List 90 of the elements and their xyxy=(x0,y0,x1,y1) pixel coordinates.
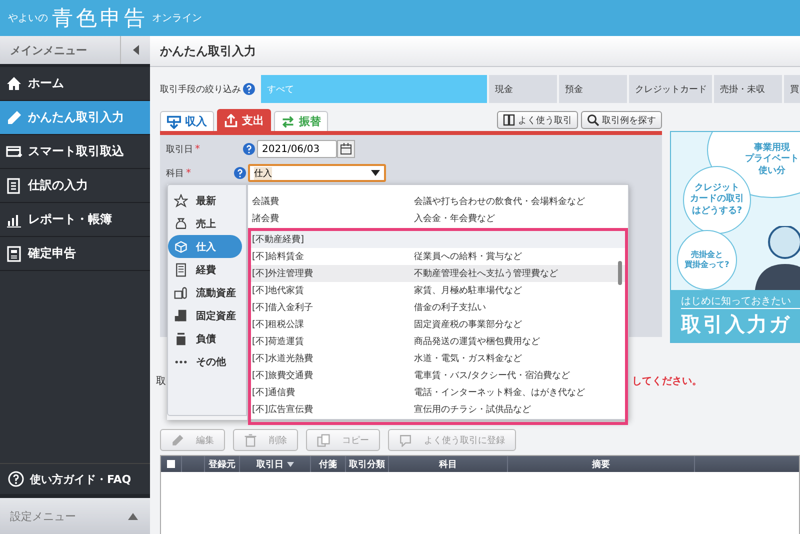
field-label: 取引日 xyxy=(166,144,193,156)
column-header[interactable]: 登録元 xyxy=(205,456,240,472)
account-option[interactable]: [不]外注管理費 不動産管理会社へ支払う管理費など xyxy=(251,265,625,282)
category-item[interactable]: 負債 xyxy=(168,327,242,350)
help-icon xyxy=(8,471,24,487)
download-icon xyxy=(167,114,181,128)
star-icon xyxy=(174,194,188,208)
category-item[interactable]: 固定資産 xyxy=(168,304,242,327)
building-icon xyxy=(174,308,188,322)
banner-title: 取引入力ガ xyxy=(681,311,792,338)
entry-tab[interactable]: 支出 xyxy=(217,109,271,131)
filter-tab[interactable]: 買 xyxy=(784,75,800,103)
receipt-icon xyxy=(174,262,188,276)
swap-icon xyxy=(281,114,295,128)
column-header[interactable]: 付箋 xyxy=(311,456,346,472)
help-icon[interactable] xyxy=(243,143,255,155)
required-mark: * xyxy=(185,168,192,178)
coins-icon xyxy=(174,286,188,300)
help-icon[interactable] xyxy=(234,167,246,179)
filter-tab[interactable]: クレジットカード xyxy=(629,75,712,103)
menu-title: メインメニュー xyxy=(10,42,87,58)
scrollbar-thumb[interactable] xyxy=(618,261,622,285)
category-item[interactable]: 流動資産 xyxy=(168,281,242,304)
tool-button[interactable]: 取引例を探す xyxy=(581,111,662,129)
document-icon xyxy=(6,246,22,262)
account-select[interactable]: 仕入 xyxy=(248,164,386,182)
box-icon xyxy=(174,240,188,254)
section-label: 取 xyxy=(156,375,166,388)
field-label: 科目 xyxy=(166,168,184,180)
calendar-button[interactable] xyxy=(337,140,355,158)
bookmark-icon xyxy=(399,434,412,446)
card-icon xyxy=(6,144,22,160)
trash-icon xyxy=(244,434,257,446)
category-item[interactable]: 経費 xyxy=(168,258,242,281)
pencil-icon xyxy=(6,110,22,126)
sidebar-item[interactable]: レポート・帳簿 xyxy=(0,203,150,237)
logo-suffix: オンライン xyxy=(152,12,202,25)
logo-prefix: やよいの xyxy=(8,12,48,25)
required-mark: * xyxy=(194,144,201,154)
sidebar-item[interactable]: スマート取引取込 xyxy=(0,135,150,169)
account-option[interactable]: [不]地代家賃 家賃、月極め駐車場代など xyxy=(251,282,625,299)
account-option[interactable]: [不]給料賃金 従業員への給料・賞与など xyxy=(251,248,625,265)
caret-icon xyxy=(132,45,140,55)
help-icon[interactable] xyxy=(243,83,255,95)
filter-tab[interactable]: 売掛・未収 xyxy=(714,75,782,103)
category-item[interactable]: 最新 xyxy=(168,189,242,212)
sidebar-item[interactable]: 確定申告 xyxy=(0,237,150,271)
category-item[interactable]: 売上 xyxy=(168,212,242,235)
copy-icon xyxy=(317,434,330,446)
page-title: かんたん取引入力 xyxy=(160,42,256,60)
column-header[interactable]: 取引分類 xyxy=(346,456,389,472)
caret-icon xyxy=(128,512,138,520)
book-icon xyxy=(503,114,515,126)
filter-label: 取引手段の絞り込み xyxy=(160,84,241,96)
account-option[interactable]: 会議費 会議や打ち合わせの飲食代・会場料金など xyxy=(248,193,628,210)
account-option[interactable]: [不]借入金利子 借金の利子支払い xyxy=(251,299,625,316)
home-icon xyxy=(6,76,22,92)
category-item[interactable]: その他 xyxy=(168,350,242,373)
account-option[interactable]: [不]通信費 電話・インターネット料金、はがき代など xyxy=(251,384,625,401)
upload-icon xyxy=(224,114,238,128)
group-header: [不動産経費] xyxy=(251,231,625,248)
account-option[interactable]: [不]荷造運賃 商品発送の運賃や梱包費用など xyxy=(251,333,625,350)
calendar-icon xyxy=(340,143,352,155)
column-header[interactable]: 摘要 xyxy=(508,456,695,472)
filter-tab[interactable]: 現金 xyxy=(489,75,557,103)
date-field[interactable]: 2021/06/03 xyxy=(257,140,337,158)
select-all-checkbox[interactable] xyxy=(167,460,175,468)
ledger-icon xyxy=(6,178,22,194)
account-option[interactable]: [不]水道光熱費 水道・電気・ガス料金など xyxy=(251,350,625,367)
account-option[interactable]: [不]旅費交通費 電車賃・バス/タクシー代・宿泊費など xyxy=(251,367,625,384)
account-option[interactable]: [不]租税公課 固定資産税の事業部分など xyxy=(251,316,625,333)
column-header[interactable]: 科目 xyxy=(389,456,508,472)
column-header[interactable]: 取引日 xyxy=(240,456,311,472)
pencil-icon xyxy=(171,434,184,446)
caret-icon xyxy=(371,170,380,176)
person-silhouette-icon xyxy=(755,226,800,290)
notice-text: してください。 xyxy=(632,375,702,388)
entry-tab[interactable]: 収入 xyxy=(160,111,214,131)
sidebar-item[interactable]: 仕訳の入力 xyxy=(0,169,150,203)
banner-subtitle: はじめに知っておきたい xyxy=(681,294,800,309)
sort-caret-icon xyxy=(286,462,294,466)
logo-title: 青色申告 xyxy=(52,5,148,32)
search-icon xyxy=(587,114,599,126)
speech-bubble: 売掛金と 買掛金って? xyxy=(677,230,737,290)
money-bag-icon xyxy=(174,216,188,230)
account-option[interactable]: [不]広告宣伝費 宣伝用のチラシ・試供品など xyxy=(251,401,625,418)
account-option[interactable]: 諸会費 入会金・年会費など xyxy=(248,210,628,227)
tool-button[interactable]: よく使う取引 xyxy=(497,111,578,129)
filter-tab[interactable]: 預金 xyxy=(559,75,627,103)
speech-bubble: クレジット カードの取引 はどうする? xyxy=(683,166,751,234)
